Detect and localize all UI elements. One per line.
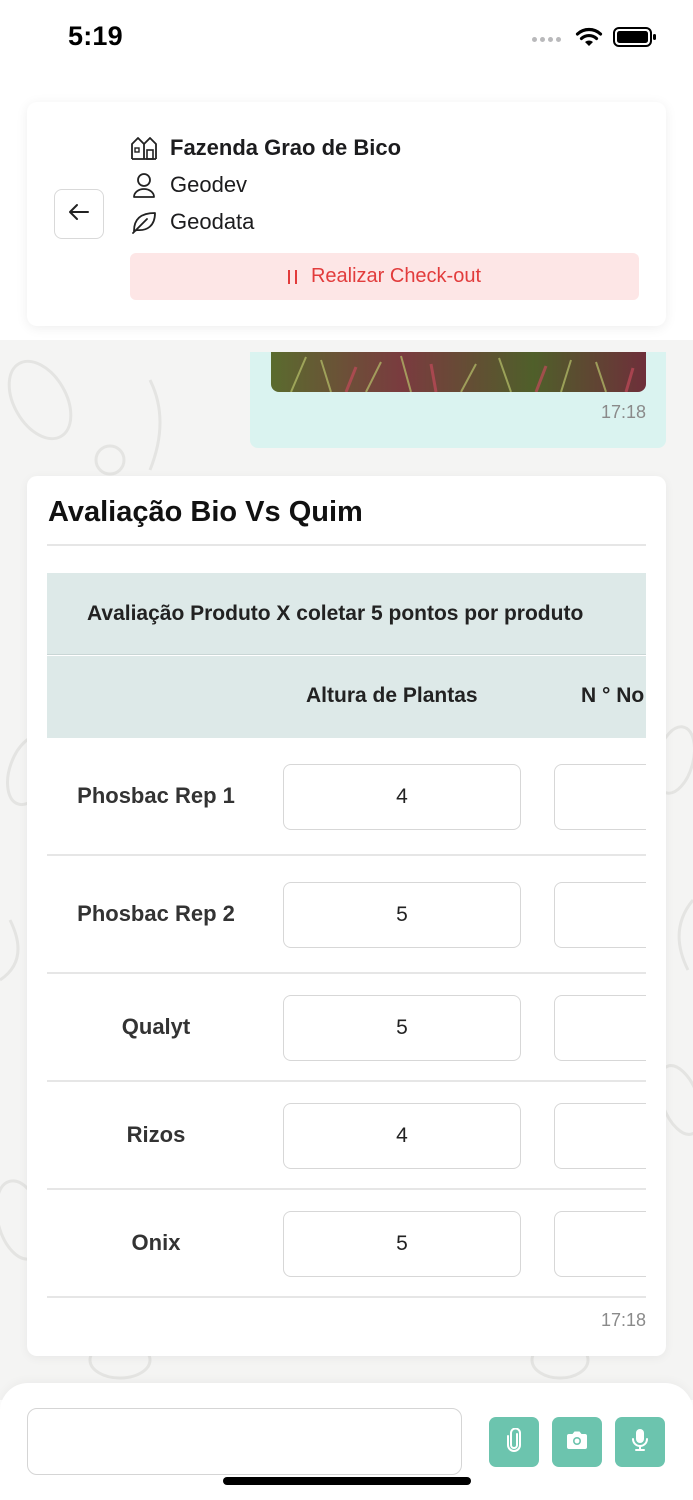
farm-name: Fazenda Grao de Bico xyxy=(170,135,402,160)
home-indicator xyxy=(223,1477,471,1485)
microphone-icon xyxy=(631,1428,649,1457)
paperclip-icon xyxy=(505,1427,523,1457)
checkout-label: Realizar Check-out xyxy=(310,265,482,287)
table-row: Onix 5 5 xyxy=(47,1190,646,1298)
camera-icon xyxy=(565,1430,589,1455)
value-input[interactable]: 6 xyxy=(554,882,646,948)
evaluation-table[interactable]: Avaliação Produto X coletar 5 pontos por… xyxy=(47,573,646,1299)
value-input[interactable]: 5 xyxy=(283,995,521,1061)
table-title: Avaliação Produto X coletar 5 pontos por… xyxy=(87,601,584,625)
status-time: 5:19 xyxy=(68,21,123,51)
table-row: Phosbac Rep 2 5 6 xyxy=(47,856,646,974)
company-row: Geodata xyxy=(130,208,254,236)
user-icon xyxy=(130,171,158,199)
divider xyxy=(47,544,646,546)
microphone-button[interactable] xyxy=(615,1417,665,1467)
row-label: Phosbac Rep 1 xyxy=(77,783,235,808)
farm-row: Fazenda Grao de Bico xyxy=(130,134,401,162)
farm-icon xyxy=(130,134,158,162)
status-icons xyxy=(532,26,657,53)
row-label: Onix xyxy=(131,1230,181,1255)
table-row: Qualyt 5 6 xyxy=(47,974,646,1082)
row-label: Qualyt xyxy=(121,1014,191,1039)
value-input[interactable]: 5 xyxy=(554,1211,646,1277)
message-photo[interactable] xyxy=(271,352,646,392)
row-label: Rizos xyxy=(126,1122,186,1147)
checkout-button[interactable]: Realizar Check-out xyxy=(130,253,639,300)
table-title-row: Avaliação Produto X coletar 5 pontos por… xyxy=(47,573,646,655)
message-input[interactable] xyxy=(27,1408,462,1475)
photo-message-bubble[interactable]: 17:18 xyxy=(250,352,666,448)
value-input[interactable]: 5 xyxy=(283,1211,521,1277)
value-input[interactable]: 4 xyxy=(283,1103,521,1169)
pause-icon xyxy=(287,269,297,284)
column-header: N ° No xyxy=(581,684,645,707)
attach-button[interactable] xyxy=(489,1417,539,1467)
value-input[interactable]: 5 xyxy=(554,1103,646,1169)
value-input[interactable]: 4 xyxy=(283,764,521,830)
signal-icon xyxy=(532,37,561,42)
table-row: Rizos 4 5 xyxy=(47,1082,646,1190)
arrow-left-icon xyxy=(68,203,90,226)
user-row: Geodev xyxy=(130,171,247,199)
battery-icon xyxy=(613,26,657,53)
value-input[interactable]: 5 xyxy=(283,882,521,948)
leaf-icon xyxy=(130,208,158,236)
back-button[interactable] xyxy=(54,189,104,239)
column-header-row: Altura de Plantas N ° No xyxy=(47,656,646,738)
status-bar: 5:19 xyxy=(0,0,693,80)
value-input[interactable]: 5 xyxy=(554,764,646,830)
column-header: Altura de Plantas xyxy=(306,684,478,707)
value-input[interactable]: 6 xyxy=(554,995,646,1061)
evaluation-card: Avaliação Bio Vs Quim Avaliação Produto … xyxy=(27,476,666,1356)
message-time: 17:18 xyxy=(600,402,646,422)
wifi-icon xyxy=(575,26,603,53)
company-name: Geodata xyxy=(170,209,255,234)
user-name: Geodev xyxy=(170,172,248,197)
row-label: Phosbac Rep 2 xyxy=(77,901,235,926)
message-time: 17:18 xyxy=(600,1310,646,1330)
camera-button[interactable] xyxy=(552,1417,602,1467)
evaluation-title: Avaliação Bio Vs Quim xyxy=(48,496,363,528)
table-row: Phosbac Rep 1 4 5 xyxy=(47,738,646,856)
visit-header-card: Fazenda Grao de Bico Geodev Geodata Real… xyxy=(27,102,666,326)
